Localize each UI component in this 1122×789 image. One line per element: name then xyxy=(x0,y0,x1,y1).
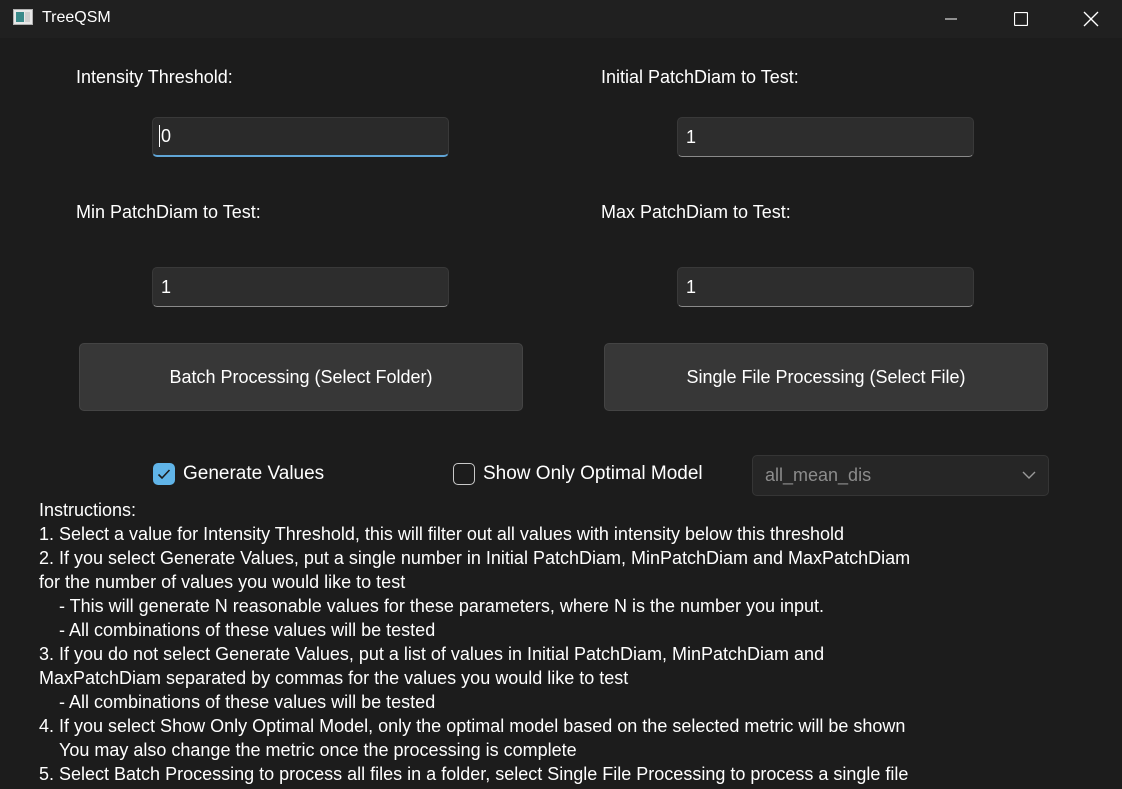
minimize-icon xyxy=(945,18,957,20)
max-patchdiam-input[interactable] xyxy=(677,267,974,307)
initial-patchdiam-input[interactable] xyxy=(677,117,974,157)
generate-values-label: Generate Values xyxy=(183,463,325,484)
instructions-text: Instructions: 1. Select a value for Inte… xyxy=(39,498,1114,786)
maximize-icon xyxy=(1014,12,1028,26)
show-only-optimal-model-label: Show Only Optimal Model xyxy=(483,463,703,484)
instruction-line: MaxPatchDiam separated by commas for the… xyxy=(39,668,629,688)
initial-patchdiam-label: Initial PatchDiam to Test: xyxy=(601,67,799,87)
close-icon xyxy=(1083,11,1099,27)
window-title: TreeQSM xyxy=(42,9,111,26)
app-icon xyxy=(13,9,33,25)
instruction-line: 5. Select Batch Processing to process al… xyxy=(39,764,909,784)
intensity-threshold-label: Intensity Threshold: xyxy=(76,67,233,87)
instruction-line: 3. If you do not select Generate Values,… xyxy=(39,644,825,664)
instruction-line: 4. If you select Show Only Optimal Model… xyxy=(39,716,906,736)
instruction-line: You may also change the metric once the … xyxy=(59,740,577,760)
minimize-button[interactable] xyxy=(916,0,986,38)
text-caret xyxy=(159,125,160,147)
instruction-line: 2. If you select Generate Values, put a … xyxy=(39,548,911,568)
checkbox-checked-icon xyxy=(153,463,175,485)
max-patchdiam-label: Max PatchDiam to Test: xyxy=(601,202,791,222)
chevron-down-icon xyxy=(1022,471,1036,479)
generate-values-checkbox[interactable]: Generate Values xyxy=(153,463,324,485)
single-file-processing-button[interactable]: Single File Processing (Select File) xyxy=(604,343,1048,411)
close-button[interactable] xyxy=(1056,0,1122,38)
min-patchdiam-input[interactable] xyxy=(152,267,449,307)
maximize-button[interactable] xyxy=(986,0,1056,38)
intensity-threshold-input[interactable] xyxy=(152,117,449,157)
metric-dropdown[interactable]: all_mean_dis xyxy=(752,455,1049,496)
instruction-line: - All combinations of these values will … xyxy=(59,620,436,640)
min-patchdiam-label: Min PatchDiam to Test: xyxy=(76,202,261,222)
instruction-line: - All combinations of these values will … xyxy=(59,692,436,712)
title-bar: TreeQSM xyxy=(0,0,1122,38)
instructions-heading: Instructions: xyxy=(39,500,137,520)
show-only-optimal-model-checkbox[interactable]: Show Only Optimal Model xyxy=(453,463,703,485)
instruction-line: 1. Select a value for Intensity Threshol… xyxy=(39,524,845,544)
metric-selected-value: all_mean_dis xyxy=(765,465,872,485)
instruction-line: for the number of values you would like … xyxy=(39,572,406,592)
batch-processing-button[interactable]: Batch Processing (Select Folder) xyxy=(79,343,523,411)
instruction-line: - This will generate N reasonable values… xyxy=(59,596,825,616)
checkbox-unchecked-icon xyxy=(453,463,475,485)
